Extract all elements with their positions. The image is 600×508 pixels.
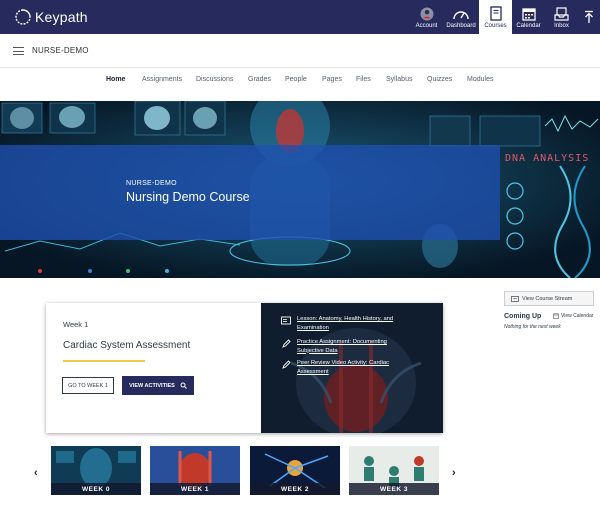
banner-overlay [0,145,500,240]
current-week-card: Week 1 Cardiac System Assessment GO TO W… [46,303,443,433]
course-nav-people[interactable]: People [285,76,307,83]
course-banner: DNA ANALYSIS [0,101,600,278]
course-nav-pages[interactable]: Pages [322,76,342,83]
week-tile[interactable]: WEEK 3 [349,446,439,495]
course-nav-assignments[interactable]: Assignments [142,76,182,83]
view-course-stream-label: View Course Stream [522,295,573,302]
assignment-icon [282,339,291,348]
course-header: NURSE-DEMO [0,34,600,68]
activity-item[interactable]: Lesson: Anatomy, Health History, and Exa… [281,315,401,332]
activity-link[interactable]: Practice Assignment: Documenting Subject… [297,338,401,355]
coming-up-empty: Nothing for the next week [504,324,561,330]
brand-logo[interactable]: Keypath [14,7,88,27]
week-tile-label: WEEK 1 [150,483,240,495]
course-nav-discussions[interactable]: Discussions [196,76,233,83]
dashboard-icon [453,10,469,19]
calendar-small-icon [553,313,559,319]
breadcrumb[interactable]: NURSE-DEMO [32,46,89,55]
week-tile-label: WEEK 3 [349,483,439,495]
activity-item[interactable]: Peer Review Video Activity: Cardiac Asse… [281,359,401,376]
global-header: Keypath Account Dashboard Courses Calend… [0,0,600,34]
course-nav-modules[interactable]: Modules [467,76,493,83]
nav-account-label: Account [415,22,438,29]
coming-up-heading: Coming Up [504,313,542,320]
carousel-next-icon[interactable]: › [452,467,456,479]
activity-link[interactable]: Peer Review Video Activity: Cardiac Asse… [297,359,401,376]
course-nav: Home Assignments Discussions Grades Peop… [0,74,600,88]
course-nav-syllabus[interactable]: Syllabus [386,76,412,83]
week-tile[interactable]: WEEK 2 [250,446,340,495]
activity-item[interactable]: Practice Assignment: Documenting Subject… [281,338,401,355]
week-tile[interactable]: WEEK 1 [150,446,240,495]
nav-dashboard-label: Dashboard [446,22,476,29]
week-activities: Lesson: Anatomy, Health History, and Exa… [261,303,443,433]
course-nav-quizzes[interactable]: Quizzes [427,76,452,83]
week-title: Cardiac System Assessment [63,340,191,351]
week-tile-label: WEEK 0 [51,483,141,495]
account-icon [420,7,433,20]
week-tile[interactable]: WEEK 0 [51,446,141,495]
banner-course-code: NURSE-DEMO [126,180,177,187]
inbox-icon [554,6,569,21]
go-to-week-button[interactable]: GO TO WEEK 1 [62,377,114,394]
search-icon [180,382,187,389]
nav-inbox[interactable]: Inbox [545,0,578,34]
nav-dashboard[interactable]: Dashboard [443,0,479,34]
global-nav: Account Dashboard Courses Calendar Inbox [410,0,600,34]
week-summary: Week 1 Cardiac System Assessment GO TO W… [46,303,261,433]
assignment-icon [282,360,291,369]
view-activities-button[interactable]: VIEW ACTIVITIES [122,376,194,395]
banner-graphic-text: DNA ANALYSIS [505,153,590,164]
nav-courses-label: Courses [484,22,507,29]
nav-inbox-label: Inbox [554,22,569,29]
view-calendar-label: View Calendar [561,313,594,319]
nav-courses[interactable]: Courses [479,0,512,34]
nav-calendar-label: Calendar [516,22,541,29]
menu-toggle-icon[interactable] [13,47,24,55]
banner-course-title: Nursing Demo Course [126,190,250,204]
brand-name: Keypath [35,9,88,25]
week-tile-label: WEEK 2 [250,483,340,495]
stream-icon [511,295,519,302]
carousel-prev-icon[interactable]: ‹ [34,467,38,479]
view-course-stream-button[interactable]: View Course Stream [504,291,594,306]
week-label: Week 1 [63,320,89,329]
lesson-icon [281,316,291,325]
collapse-nav-button[interactable] [578,0,600,34]
view-calendar-link[interactable]: View Calendar [553,313,593,319]
activity-link[interactable]: Lesson: Anatomy, Health History, and Exa… [297,315,401,332]
nav-account[interactable]: Account [410,0,443,34]
course-nav-files[interactable]: Files [356,76,371,83]
calendar-icon [521,7,536,21]
courses-icon [489,6,502,21]
course-nav-grades[interactable]: Grades [248,76,271,83]
course-nav-home[interactable]: Home [106,76,125,83]
nav-calendar[interactable]: Calendar [512,0,545,34]
arrow-up-icon [585,10,593,23]
title-underline [63,360,145,362]
view-activities-label: VIEW ACTIVITIES [129,382,175,389]
keypath-logo-icon [15,9,31,25]
